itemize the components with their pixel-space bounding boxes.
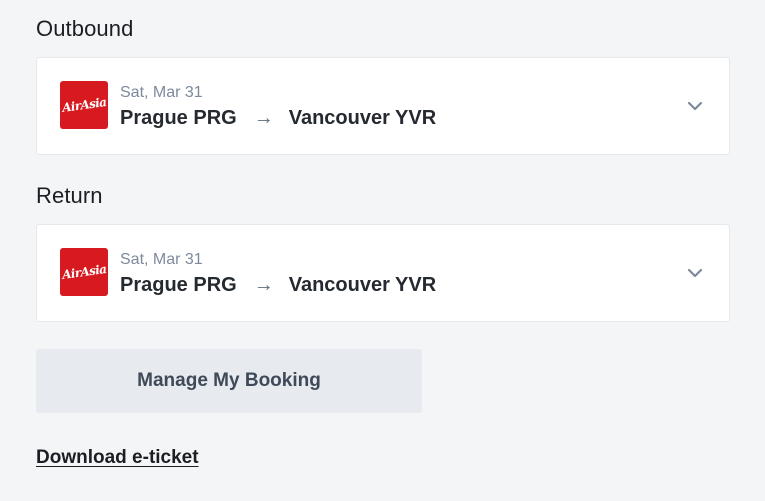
origin-label: Prague PRG	[120, 274, 237, 296]
arrow-right-icon: →	[253, 274, 274, 296]
airline-logo: AirAsia	[60, 248, 108, 296]
flight-route: Prague PRG → Vancouver YVR	[120, 274, 436, 297]
flight-route: Prague PRG → Vancouver YVR	[120, 107, 436, 130]
booking-summary: Outbound AirAsia Sat, Mar 31 Prague PRG …	[0, 0, 765, 501]
airline-logo: AirAsia	[60, 81, 108, 129]
chevron-down-icon[interactable]	[685, 263, 705, 283]
chevron-down-icon[interactable]	[685, 96, 705, 116]
download-eticket-link[interactable]: Download e-ticket	[36, 447, 199, 469]
manage-booking-button[interactable]: Manage My Booking	[36, 349, 422, 413]
return-title: Return	[36, 183, 103, 208]
destination-label: Vancouver YVR	[288, 274, 437, 296]
flight-date: Sat, Mar 31	[120, 251, 203, 268]
outbound-title: Outbound	[36, 16, 134, 41]
airline-logo-text: AirAsia	[61, 94, 107, 116]
origin-label: Prague PRG	[120, 107, 237, 129]
flight-date: Sat, Mar 31	[120, 84, 203, 101]
outbound-flight-card[interactable]: AirAsia Sat, Mar 31 Prague PRG → Vancouv…	[36, 57, 730, 155]
airline-logo-text: AirAsia	[61, 261, 107, 283]
arrow-right-icon: →	[253, 107, 274, 129]
return-flight-card[interactable]: AirAsia Sat, Mar 31 Prague PRG → Vancouv…	[36, 224, 730, 322]
destination-label: Vancouver YVR	[288, 107, 437, 129]
